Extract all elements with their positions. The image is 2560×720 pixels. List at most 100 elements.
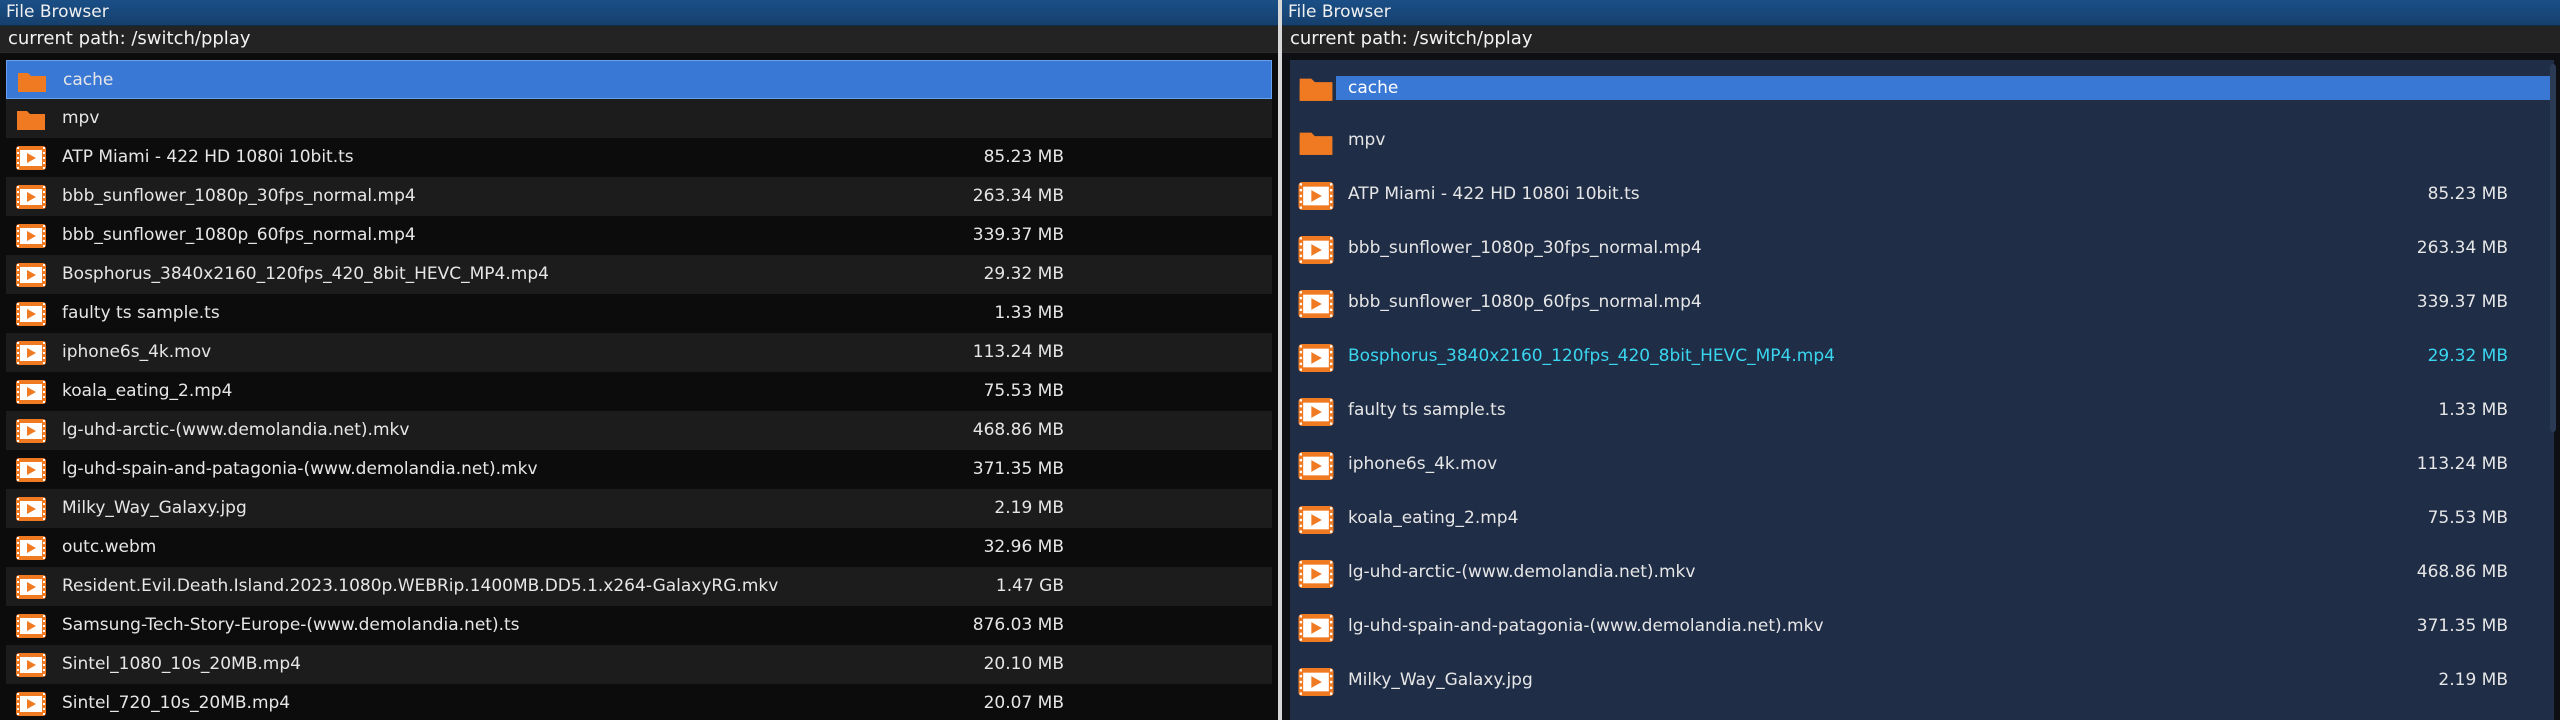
video-file-icon: [1298, 236, 1334, 264]
video-file-icon: [1298, 182, 1334, 210]
list-item[interactable]: faulty ts sample.ts 1.33 MB: [6, 294, 1272, 333]
video-file-icon: [1298, 506, 1334, 534]
file-name: lg-uhd-arctic-(www.demolandia.net).mkv: [62, 420, 410, 440]
file-size: 468.86 MB: [2416, 562, 2508, 582]
file-name: faulty ts sample.ts: [62, 303, 220, 323]
folder-icon: [16, 107, 46, 131]
list-item[interactable]: outc.webm 32.96 MB: [6, 528, 1272, 567]
file-size: 1.47 GB: [995, 576, 1064, 596]
file-size: 85.23 MB: [2427, 184, 2508, 204]
list-item[interactable]: bbb_sunflower_1080p_60fps_normal.mp4 339.…: [6, 216, 1272, 255]
file-size: 29.32 MB: [983, 264, 1064, 284]
file-name: koala_eating_2.mp4: [62, 381, 233, 401]
right-file-browser: File Browser current path: /switch/pplay…: [1282, 0, 2560, 720]
file-list[interactable]: cache mpv ATP Miami - 422 HD 1080i 10bit.t…: [1290, 60, 2554, 720]
file-name: mpv: [1348, 130, 1386, 150]
list-item[interactable]: bbb_sunflower_1080p_60fps_normal.mp4 339.…: [1290, 276, 2554, 330]
file-list[interactable]: cache mpv ATP Miami - 422 HD 1080i 10bit.t…: [6, 60, 1272, 720]
list-item[interactable]: Milky_Way_Galaxy.jpg 2.19 MB: [6, 489, 1272, 528]
file-size: 75.53 MB: [2427, 508, 2508, 528]
list-item[interactable]: iphone6s_4k.mov 113.24 MB: [6, 333, 1272, 372]
file-size: 1.33 MB: [994, 303, 1064, 323]
file-name: mpv: [62, 108, 100, 128]
list-item[interactable]: cache: [1290, 60, 2554, 114]
video-file-icon: [16, 380, 46, 404]
file-size: 29.32 MB: [2427, 346, 2508, 366]
list-item[interactable]: Bosphorus_3840x2160_120fps_420_8bit_HEVC…: [6, 255, 1272, 294]
file-name: lg-uhd-arctic-(www.demolandia.net).mkv: [1348, 562, 1696, 582]
file-name: Resident.Evil.Death.Island.2023.1080p.WE…: [62, 576, 779, 596]
video-file-icon: [1298, 290, 1334, 318]
list-item[interactable]: lg-uhd-spain-and-patagonia-(www.demoland…: [1290, 600, 2554, 654]
file-name: cache: [1336, 76, 2554, 100]
file-size: 2.19 MB: [2438, 670, 2508, 690]
list-item[interactable]: koala_eating_2.mp4 75.53 MB: [1290, 492, 2554, 546]
list-item[interactable]: lg-uhd-arctic-(www.demolandia.net).mkv 46…: [1290, 546, 2554, 600]
current-path: current path: /switch/pplay: [0, 26, 1278, 53]
file-size: 876.03 MB: [972, 615, 1064, 635]
video-file-icon: [16, 419, 46, 443]
current-path: current path: /switch/pplay: [1282, 26, 2560, 53]
file-size: 85.23 MB: [983, 147, 1064, 167]
folder-icon: [17, 69, 47, 93]
file-name: Sintel_720_10s_20MB.mp4: [62, 693, 291, 713]
video-file-icon: [16, 692, 46, 716]
video-file-icon: [16, 536, 46, 560]
list-item[interactable]: Resident.Evil.Death.Island.2023.1080p.WE…: [6, 567, 1272, 606]
list-item[interactable]: iphone6s_4k.mov 113.24 MB: [1290, 438, 2554, 492]
list-item[interactable]: lg-uhd-spain-and-patagonia-(www.demoland…: [6, 450, 1272, 489]
file-name: Bosphorus_3840x2160_120fps_420_8bit_HEVC…: [62, 264, 549, 284]
file-size: 371.35 MB: [2416, 616, 2508, 636]
video-file-icon: [16, 497, 46, 521]
left-file-browser: File Browser current path: /switch/pplay…: [0, 0, 1278, 720]
file-size: 113.24 MB: [972, 342, 1064, 362]
file-name: ATP Miami - 422 HD 1080i 10bit.ts: [1348, 184, 1640, 204]
scrollbar[interactable]: [2550, 64, 2556, 432]
file-name: bbb_sunflower_1080p_30fps_normal.mp4: [1348, 238, 1702, 258]
file-size: 113.24 MB: [2416, 454, 2508, 474]
list-item[interactable]: lg-uhd-arctic-(www.demolandia.net).mkv 46…: [6, 411, 1272, 450]
file-name: Sintel_1080_10s_20MB.mp4: [62, 654, 301, 674]
list-item[interactable]: ATP Miami - 422 HD 1080i 10bit.ts 85.23 M…: [6, 138, 1272, 177]
video-file-icon: [16, 614, 46, 638]
file-size: 20.07 MB: [983, 693, 1064, 713]
video-file-icon: [16, 341, 46, 365]
file-size: 75.53 MB: [983, 381, 1064, 401]
list-item[interactable]: bbb_sunflower_1080p_30fps_normal.mp4 263.…: [6, 177, 1272, 216]
list-item[interactable]: mpv: [1290, 114, 2554, 168]
file-name: iphone6s_4k.mov: [62, 342, 212, 362]
list-item[interactable]: koala_eating_2.mp4 75.53 MB: [6, 372, 1272, 411]
list-item[interactable]: Sintel_1080_10s_20MB.mp4 20.10 MB: [6, 645, 1272, 684]
video-file-icon: [16, 224, 46, 248]
video-file-icon: [16, 185, 46, 209]
file-size: 468.86 MB: [972, 420, 1064, 440]
file-name: lg-uhd-spain-and-patagonia-(www.demoland…: [1348, 616, 1824, 636]
file-size: 2.19 MB: [994, 498, 1064, 518]
video-file-icon: [1298, 560, 1334, 588]
file-size: 263.34 MB: [972, 186, 1064, 206]
file-size: 263.34 MB: [2416, 238, 2508, 258]
list-item[interactable]: Bosphorus_3840x2160_120fps_420_8bit_HEVC…: [1290, 330, 2554, 384]
list-item[interactable]: cache: [6, 60, 1272, 99]
file-size: 339.37 MB: [972, 225, 1064, 245]
file-name: Bosphorus_3840x2160_120fps_420_8bit_HEVC…: [1348, 346, 1835, 366]
video-file-icon: [16, 263, 46, 287]
file-name: Milky_Way_Galaxy.jpg: [1348, 670, 1533, 690]
list-item[interactable]: ATP Miami - 422 HD 1080i 10bit.ts 85.23 M…: [1290, 168, 2554, 222]
window-title: File Browser: [1282, 0, 2560, 26]
video-file-icon: [1298, 452, 1334, 480]
list-item[interactable]: Samsung-Tech-Story-Europe-(www.demolandi…: [6, 606, 1272, 645]
folder-icon: [1298, 74, 1334, 102]
video-file-icon: [16, 146, 46, 170]
file-name: bbb_sunflower_1080p_60fps_normal.mp4: [1348, 292, 1702, 312]
list-item[interactable]: Milky_Way_Galaxy.jpg 2.19 MB: [1290, 654, 2554, 708]
list-item[interactable]: Sintel_720_10s_20MB.mp4 20.07 MB: [6, 684, 1272, 720]
file-size: 32.96 MB: [983, 537, 1064, 557]
file-name: Milky_Way_Galaxy.jpg: [62, 498, 247, 518]
file-name: faulty ts sample.ts: [1348, 400, 1506, 420]
window-title: File Browser: [0, 0, 1278, 26]
list-item[interactable]: bbb_sunflower_1080p_30fps_normal.mp4 263.…: [1290, 222, 2554, 276]
list-item[interactable]: mpv: [6, 99, 1272, 138]
list-item[interactable]: faulty ts sample.ts 1.33 MB: [1290, 384, 2554, 438]
file-size: 371.35 MB: [972, 459, 1064, 479]
